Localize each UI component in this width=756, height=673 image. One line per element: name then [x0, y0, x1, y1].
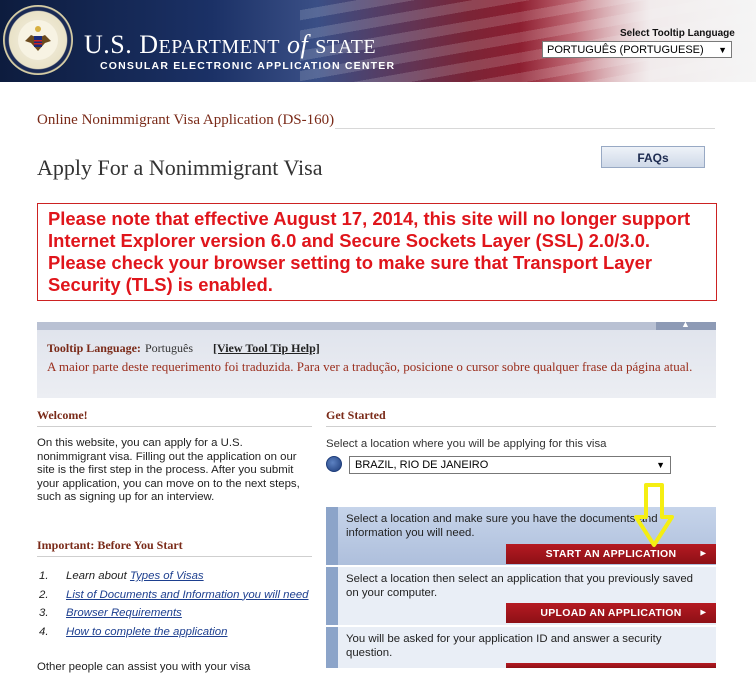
documents-list-link[interactable]: List of Documents and Information you wi…: [66, 589, 309, 601]
welcome-divider: [37, 426, 312, 427]
application-title: Online Nonimmigrant Visa Application (DS…: [37, 112, 335, 128]
page-title: Apply For a Nonimmigrant Visa: [37, 155, 323, 180]
get-started-divider: [326, 426, 716, 427]
before-you-start-list: 1. Learn about Types of Visas 2. List of D…: [37, 570, 322, 644]
location-select[interactable]: BRAZIL, RIO DE JANEIRO ▼: [349, 456, 671, 474]
chevron-right-icon: ▸: [700, 607, 706, 618]
tooltip-language-select[interactable]: PORTUGUÊS (PORTUGUESE) ▼: [542, 41, 732, 58]
retrieve-application-text: You will be asked for your application I…: [346, 633, 662, 659]
list-item: 4. How to complete the application: [39, 625, 228, 638]
dropdown-arrow-icon: ▼: [656, 460, 665, 470]
title-divider: [335, 128, 715, 129]
tooltip-language-label: Select Tooltip Language: [620, 28, 735, 39]
welcome-heading: Welcome!: [37, 408, 88, 422]
tooltip-description: A maior parte deste requerimento foi tra…: [47, 359, 693, 374]
panel-collapse-tab[interactable]: ▲: [656, 322, 716, 330]
agency-name: U.S. DEPARTMENT of STATE: [84, 30, 377, 59]
list-item: 3. Browser Requirements: [39, 607, 182, 619]
tooltip-language-value: Português: [145, 341, 193, 355]
view-tooltip-help-link[interactable]: [View Tool Tip Help]: [213, 341, 320, 356]
upload-application-button[interactable]: UPLOAD AN APPLICATION ▸: [506, 603, 716, 623]
department-seal-icon: [3, 5, 73, 75]
tooltip-language-label: Tooltip Language:: [47, 341, 141, 355]
types-of-visas-link[interactable]: Types of Visas: [130, 570, 204, 582]
collapse-arrow-icon: ▲: [681, 322, 690, 329]
list-item: 1. Learn about Types of Visas: [39, 570, 204, 582]
faqs-button[interactable]: FAQs: [601, 146, 705, 168]
retrieve-application-card: You will be asked for your application I…: [326, 627, 716, 668]
browser-notice: Please note that effective August 17, 20…: [37, 203, 717, 301]
upload-application-card: Select a location then select an applica…: [326, 567, 716, 625]
how-to-complete-link[interactable]: How to complete the application: [66, 626, 227, 638]
important-divider: [37, 556, 312, 557]
site-header: U.S. DEPARTMENT of STATE CONSULAR ELECTR…: [0, 0, 756, 82]
header-subtitle: CONSULAR ELECTRONIC APPLICATION CENTER: [100, 60, 396, 72]
down-arrow-indicator-icon: [634, 483, 674, 547]
location-label: Select a location where you will be appl…: [326, 438, 607, 450]
chevron-right-icon: ▸: [700, 548, 706, 559]
get-started-heading: Get Started: [326, 408, 386, 422]
welcome-text: On this website, you can apply for a U.S…: [37, 437, 300, 503]
upload-application-text: Select a location then select an applica…: [346, 573, 693, 599]
retrieve-application-button[interactable]: [506, 663, 716, 668]
assist-text: Other people can assist you with your vi…: [37, 661, 251, 673]
important-heading: Important: Before You Start: [37, 538, 183, 552]
globe-icon: [326, 456, 342, 472]
dropdown-arrow-icon: ▼: [718, 45, 727, 55]
list-item: 2. List of Documents and Information you …: [39, 588, 309, 601]
tooltip-language-panel: ▲ Tooltip Language: Português [View Tool…: [37, 322, 716, 398]
browser-requirements-link[interactable]: Browser Requirements: [66, 607, 182, 619]
start-application-button[interactable]: START AN APPLICATION ▸: [506, 544, 716, 564]
panel-top-band: [37, 322, 716, 330]
